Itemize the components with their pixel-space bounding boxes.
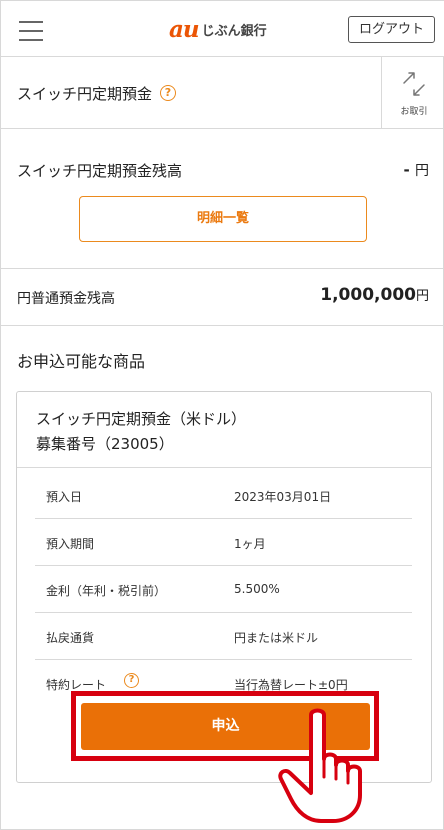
info-value: 1ヶ月: [234, 537, 266, 551]
help-icon[interactable]: ?: [124, 673, 139, 688]
product-name: スイッチ円定期預金（米ドル）: [36, 410, 247, 428]
yen-savings-balance: 円普通預金残高 1,000,000円: [1, 269, 444, 326]
statement-list-button[interactable]: 明細一覧: [79, 196, 367, 242]
transaction-label: お取引: [400, 107, 428, 117]
info-value: 5.500%: [234, 582, 280, 596]
yen-balance-unit: 円: [415, 289, 429, 304]
header: au じぶん銀行 ログアウト: [1, 1, 444, 57]
info-row-deposit-period: 預入期間 1ヶ月: [35, 519, 412, 566]
info-value: 円または米ドル: [234, 631, 319, 645]
transaction-button[interactable]: お取引: [381, 57, 444, 129]
pointing-hand-icon: [278, 708, 362, 823]
page-title: スイッチ円定期預金: [17, 85, 153, 103]
info-label: 金利（年利・税引前）: [46, 584, 167, 598]
balance-amount: -: [403, 161, 410, 179]
info-label: 預入日: [46, 490, 83, 504]
menu-icon[interactable]: [19, 21, 43, 43]
app-screen: au じぶん銀行 ログアウト スイッチ円定期預金 ? お取引 スイッチ円定期預金…: [0, 0, 444, 830]
balance-value: - 円: [404, 160, 429, 180]
recruitment-number: 募集番号（23005）: [36, 435, 174, 453]
time-deposit-balance: スイッチ円定期預金残高 - 円 明細一覧: [1, 129, 444, 269]
logo-text: じぶん銀行: [201, 23, 267, 39]
logo-mark: au: [169, 15, 200, 43]
product-title-row: スイッチ円定期預金 ?: [1, 57, 444, 129]
help-icon[interactable]: ?: [160, 85, 176, 101]
balance-unit: 円: [415, 163, 429, 179]
yen-balance-value: 1,000,000円: [320, 285, 429, 305]
logout-button[interactable]: ログアウト: [348, 16, 435, 43]
info-label: 払戻通貨: [46, 631, 95, 645]
yen-balance-amount: 1,000,000: [320, 285, 416, 305]
product-card-header: スイッチ円定期預金（米ドル） 募集番号（23005）: [17, 392, 431, 468]
bank-logo: au じぶん銀行: [169, 15, 267, 43]
balance-label: スイッチ円定期預金残高: [17, 162, 183, 180]
yen-balance-label: 円普通預金残高: [17, 291, 115, 307]
info-label: 預入期間: [46, 537, 95, 551]
available-products-heading: お申込可能な商品: [17, 352, 146, 371]
transaction-arrows-icon: [403, 72, 425, 96]
info-row-interest-rate: 金利（年利・税引前） 5.500%: [35, 566, 412, 613]
info-value: 2023年03月01日: [234, 490, 332, 504]
info-row-deposit-date: 預入日 2023年03月01日: [35, 472, 412, 519]
info-row-repayment-currency: 払戻通貨 円または米ドル: [35, 613, 412, 660]
